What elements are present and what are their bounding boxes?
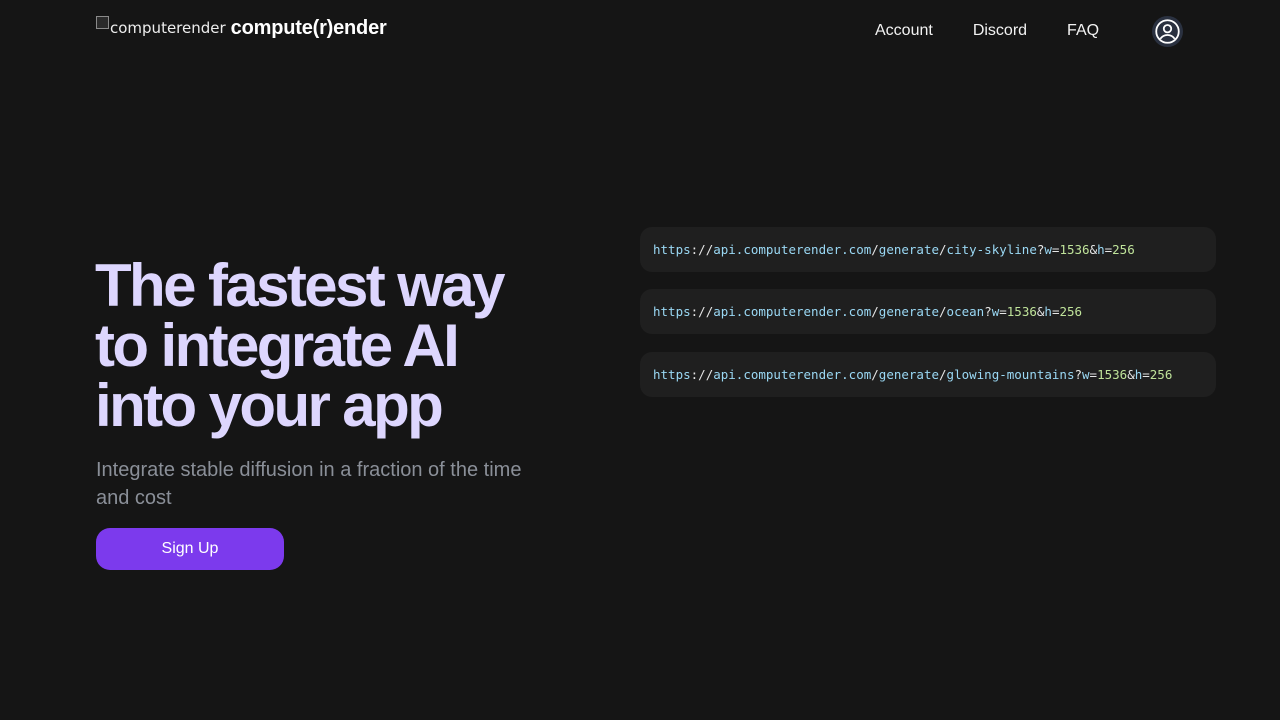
- nav-account[interactable]: Account: [875, 22, 933, 40]
- hero-title-line: into your app: [95, 372, 444, 439]
- nav-discord[interactable]: Discord: [973, 22, 1027, 40]
- url-host: api.computerender.com: [713, 304, 872, 319]
- url-param-value: 1536: [1059, 242, 1090, 257]
- user-circle-icon[interactable]: [1152, 16, 1183, 47]
- url-param-value: 256: [1112, 242, 1135, 257]
- url-prompt: city-skyline: [946, 242, 1037, 257]
- url-param-value: 256: [1149, 367, 1173, 382]
- url-scheme: https: [653, 304, 691, 319]
- url-param-value: 1536: [1006, 304, 1037, 319]
- url-prompt: ocean: [946, 304, 985, 319]
- sign-up-button[interactable]: Sign Up: [96, 528, 284, 570]
- hero-title: The fastest way to integrate AI into you…: [95, 256, 575, 436]
- nav-faq[interactable]: FAQ: [1067, 22, 1099, 40]
- hero-title-line: The fastest way: [95, 252, 505, 319]
- url-path: generate: [878, 304, 940, 319]
- url-path: generate: [878, 242, 940, 257]
- logo-image[interactable]: computerender: [96, 15, 226, 41]
- hero-title-line: to integrate AI: [95, 312, 460, 379]
- broken-image-icon: [96, 15, 109, 29]
- url-param-key: h: [1134, 367, 1143, 382]
- hero-subtitle: Integrate stable diffusion in a fraction…: [96, 459, 522, 509]
- api-example-glowing-mountains[interactable]: https://api.computerender.com / generate / g…: [640, 352, 1216, 397]
- url-param-key: h: [1097, 242, 1105, 257]
- api-example-ocean[interactable]: https://api.computerender.com / generate / o…: [640, 289, 1216, 334]
- url-path: generate: [878, 367, 940, 382]
- url-scheme: https: [653, 367, 691, 382]
- url-param-key: w: [1044, 242, 1052, 257]
- url-param-value: 256: [1059, 304, 1083, 319]
- url-param-key: w: [1082, 367, 1090, 382]
- url-scheme: https: [653, 242, 691, 257]
- brand-name[interactable]: compute(r)ender: [231, 17, 387, 40]
- url-host: api.computerender.com: [713, 367, 872, 382]
- api-example-city-skyline[interactable]: https://api.computerender.com / generate / c…: [640, 227, 1216, 272]
- main-nav: Account Discord FAQ: [875, 22, 1139, 40]
- url-param-key: h: [1044, 304, 1052, 319]
- url-host: api.computerender.com: [713, 242, 872, 257]
- url-param-value: 1536: [1097, 367, 1128, 382]
- url-param-key: w: [991, 304, 1000, 319]
- logo-alt-text: computerender: [110, 19, 226, 37]
- site-header: computerender compute(r)ender Account Di…: [0, 0, 1280, 64]
- brand[interactable]: computerender compute(r)ender: [96, 15, 387, 41]
- url-prompt: glowing-mountains: [946, 367, 1075, 382]
